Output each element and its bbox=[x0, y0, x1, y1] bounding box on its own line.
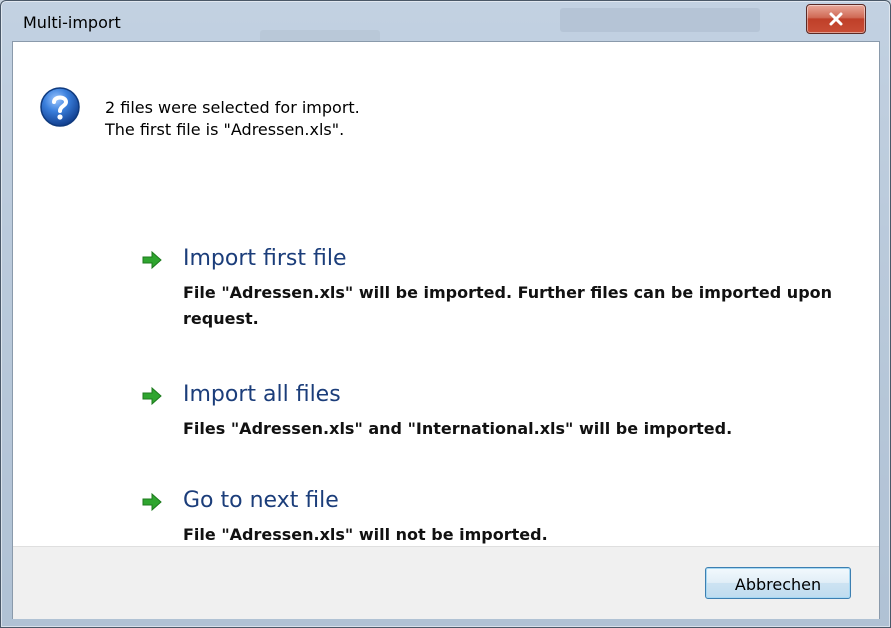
option-description: File "Adressen.xls" will be imported. Fu… bbox=[183, 283, 833, 328]
multi-import-dialog: Multi-import 2 files were selected for i… bbox=[0, 0, 891, 628]
title-bar[interactable]: Multi-import bbox=[1, 1, 890, 41]
question-icon bbox=[39, 86, 81, 128]
option-description: Files "Adressen.xls" and "International.… bbox=[183, 419, 733, 438]
option-title: Go to next file bbox=[183, 488, 339, 513]
cancel-button[interactable]: Abbrechen bbox=[705, 567, 851, 599]
intro-line-1: 2 files were selected for import. bbox=[105, 98, 360, 117]
option-description: File "Adressen.xls" will not be imported… bbox=[183, 525, 548, 544]
green-arrow-icon bbox=[141, 492, 163, 512]
green-arrow-icon bbox=[141, 250, 163, 270]
close-icon bbox=[828, 11, 844, 27]
intro-message: 2 files were selected for import. The fi… bbox=[105, 97, 360, 141]
option-title: Import first file bbox=[183, 246, 347, 271]
window-title: Multi-import bbox=[23, 13, 121, 32]
dialog-content: 2 files were selected for import. The fi… bbox=[12, 41, 880, 619]
green-arrow-icon bbox=[141, 386, 163, 406]
intro-line-2: The first file is "Adressen.xls". bbox=[105, 120, 345, 139]
option-title: Import all files bbox=[183, 382, 341, 407]
close-button[interactable] bbox=[806, 4, 866, 34]
dialog-footer: Abbrechen bbox=[13, 546, 879, 619]
